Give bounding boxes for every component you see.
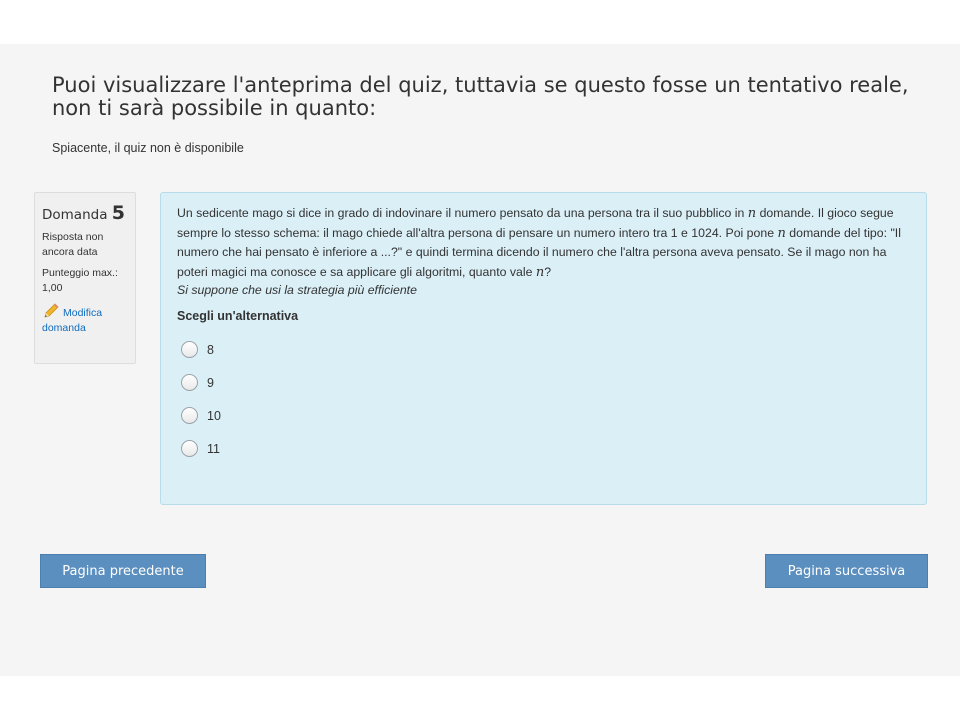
math-variable: n bbox=[747, 206, 757, 221]
question-number-value: 5 bbox=[111, 202, 126, 224]
answer-option[interactable]: 8 bbox=[181, 333, 910, 366]
question-info-panel: Domanda 5 Risposta non ancora data Punte… bbox=[34, 192, 136, 364]
preview-heading: Puoi visualizzare l'anteprima del quiz, … bbox=[52, 73, 909, 120]
question-hint: Si suppone che usi la strategia più effi… bbox=[177, 283, 417, 297]
radio-button[interactable] bbox=[181, 407, 198, 424]
question-text: Un sedicente mago si dice in grado di in… bbox=[177, 204, 910, 282]
pencil-icon bbox=[44, 303, 59, 318]
option-label: 10 bbox=[207, 408, 221, 423]
radio-button[interactable] bbox=[181, 440, 198, 457]
question-content: Un sedicente mago si dice in grado di in… bbox=[160, 192, 927, 505]
math-variable: n bbox=[777, 225, 786, 241]
next-page-button[interactable]: Pagina successiva bbox=[765, 554, 928, 588]
math-variable: n bbox=[535, 264, 545, 280]
edit-question-link[interactable]: Modifica domanda bbox=[42, 302, 135, 336]
question-label: Domanda bbox=[42, 207, 108, 223]
question-number: Domanda 5 bbox=[42, 202, 135, 224]
question-text-part: ? bbox=[544, 264, 552, 279]
radio-button[interactable] bbox=[181, 374, 198, 391]
option-label: 9 bbox=[207, 375, 214, 390]
answer-status: Risposta non ancora data bbox=[42, 231, 104, 258]
max-score: Punteggio max.: 1,00 bbox=[42, 267, 118, 294]
previous-page-button[interactable]: Pagina precedente bbox=[40, 554, 206, 588]
answer-options: 8 9 10 11 bbox=[177, 333, 910, 465]
answer-option[interactable]: 10 bbox=[181, 399, 910, 432]
answer-prompt: Scegli un'alternativa bbox=[177, 309, 299, 323]
question-text-part: Un sedicente mago si dice in grado di in… bbox=[177, 206, 748, 220]
unavailable-message: Spiacente, il quiz non è disponibile bbox=[52, 141, 244, 155]
option-label: 11 bbox=[207, 441, 220, 456]
option-label: 8 bbox=[207, 342, 214, 357]
radio-button[interactable] bbox=[181, 341, 198, 358]
answer-option[interactable]: 11 bbox=[181, 432, 910, 465]
answer-option[interactable]: 9 bbox=[181, 366, 910, 399]
